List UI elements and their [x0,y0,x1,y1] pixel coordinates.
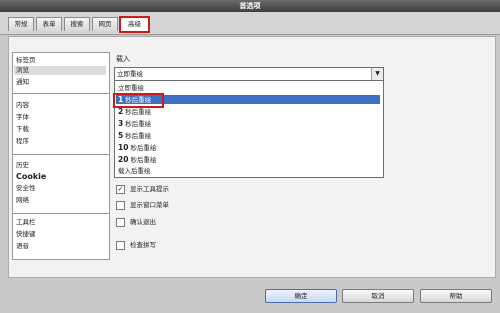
sidebar-item-security[interactable]: 安全性 [16,184,36,193]
checkbox-show-tooltips[interactable]: ✓ 显示工具提示 [116,184,169,194]
checkbox-label: 检查拼写 [130,241,156,249]
option-number: 3 [118,119,124,128]
option-label: 载入后重绘 [118,167,151,175]
category-list: 标签页 浏览 通知 内容 字体 下载 程序 历史 Cookie 安全性 网络 工… [12,52,110,260]
sidebar-item-network[interactable]: 网络 [16,196,29,205]
tab-forms[interactable]: 表单 [36,17,62,31]
option-label: 秒后重绘 [125,132,152,140]
checkbox-box[interactable] [116,240,125,250]
checkbox-label: 显示窗口菜单 [130,201,169,209]
dropdown-option[interactable]: 载入后重绘 [116,166,380,175]
annotation-highlight-box [113,93,164,108]
sidebar-item-content[interactable]: 内容 [16,101,29,110]
sidebar-item-fonts[interactable]: 字体 [16,113,29,122]
sidebar-item-notifications[interactable]: 通知 [16,78,29,87]
tab-advanced[interactable]: 高级 [119,16,150,33]
option-number: 5 [118,131,124,140]
sidebar-item-cookie[interactable]: Cookie [16,172,46,181]
section-label-loading: 载入 [116,55,130,63]
option-number: 2 [118,107,124,116]
tab-general[interactable]: 常规 [8,17,34,31]
sidebar-divider [13,213,109,214]
tab-strip: 常规 表单 搜索 网页 高级 [0,12,500,35]
sidebar-item-history[interactable]: 历史 [16,161,29,170]
dropdown-option[interactable]: 3 秒后重绘 [116,119,380,128]
sidebar-item-shortcuts[interactable]: 快捷键 [16,230,36,239]
checkbox-box[interactable] [116,200,125,210]
sidebar-item-voice[interactable]: 语音 [16,242,29,251]
chevron-down-icon[interactable]: ▼ [371,68,383,80]
ok-button[interactable]: 确定 [265,289,337,303]
redraw-select[interactable]: 立即重绘 ▼ [114,67,384,81]
option-label: 秒后重绘 [125,120,152,128]
checkbox-label: 确认退出 [130,218,156,226]
sidebar-item-programs[interactable]: 程序 [16,137,29,146]
checkbox-confirm-exit[interactable]: 确认退出 [116,217,156,227]
checkmark-icon[interactable]: ✓ [116,184,125,194]
option-number: 20 [118,155,129,164]
sidebar-divider [13,154,109,155]
sidebar-item-downloads[interactable]: 下载 [16,125,29,134]
option-label: 秒后重绘 [130,156,157,164]
option-label: 立即重绘 [118,84,144,92]
tab-search[interactable]: 搜索 [64,17,90,31]
checkbox-label: 显示工具提示 [130,185,169,193]
dropdown-option[interactable]: 20 秒后重绘 [116,155,380,164]
help-button[interactable]: 帮助 [420,289,492,303]
checkbox-box[interactable] [116,217,125,227]
dropdown-option[interactable]: 5 秒后重绘 [116,131,380,140]
sidebar-item-tabs[interactable]: 标签页 [16,56,36,65]
sidebar-item-browsing[interactable]: 浏览 [14,66,106,75]
option-label: 秒后重绘 [130,144,157,152]
cancel-button[interactable]: 取消 [342,289,414,303]
dropdown-option[interactable]: 立即重绘 [116,83,380,92]
window-title: 首选项 [0,0,500,12]
redraw-select-value: 立即重绘 [117,70,143,78]
dropdown-option[interactable]: 2 秒后重绘 [116,107,380,116]
option-label: 秒后重绘 [125,108,152,116]
option-number: 10 [118,143,129,152]
sidebar-item-toolbars[interactable]: 工具栏 [16,218,36,227]
checkbox-spell-check[interactable]: 检查拼写 [116,240,156,250]
dropdown-option[interactable]: 10 秒后重绘 [116,143,380,152]
checkbox-show-window-menu[interactable]: 显示窗口菜单 [116,200,169,210]
sidebar-divider [13,93,109,94]
tab-webpages[interactable]: 网页 [92,17,118,31]
